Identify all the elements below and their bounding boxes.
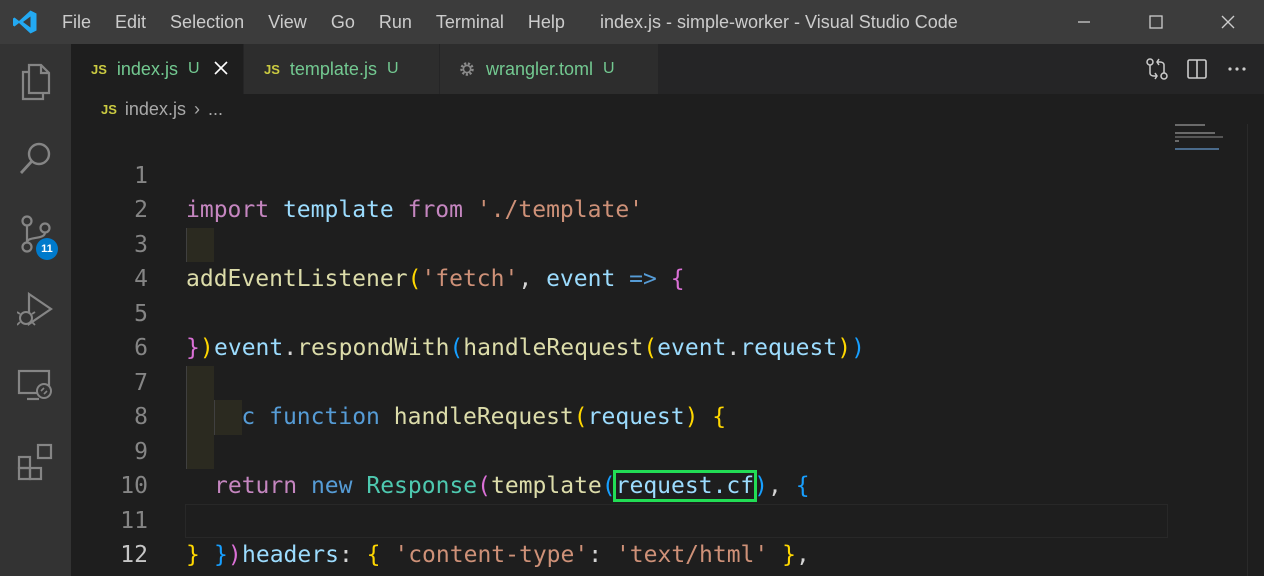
gear-icon	[458, 60, 476, 78]
search-button[interactable]	[0, 120, 71, 196]
breadcrumb-file[interactable]: index.js	[125, 99, 186, 120]
js-file-icon: JS	[91, 61, 107, 77]
minimap-line	[1175, 124, 1205, 126]
vscode-logo-icon	[0, 0, 50, 44]
untracked-badge: U	[603, 60, 615, 77]
menu-file[interactable]: File	[50, 0, 103, 44]
tab-template-js[interactable]: JS template.js U	[244, 44, 439, 94]
tab-wrangler-toml[interactable]: wrangler.toml U	[440, 44, 658, 94]
tab-label: template.js	[289, 58, 377, 79]
maximize-icon	[1149, 15, 1163, 29]
js-file-icon: JS	[264, 61, 280, 77]
code-line: 2	[71, 159, 1264, 223]
minimize-icon	[1078, 21, 1090, 23]
code-line: 10 })	[71, 434, 1264, 568]
indent-guide	[186, 400, 214, 435]
maximize-button[interactable]	[1120, 0, 1192, 44]
minimap-line	[1175, 136, 1223, 138]
activity-bar: 11	[0, 44, 71, 576]
current-code-line: 12	[71, 503, 1264, 568]
minimap-line	[1175, 148, 1219, 150]
js-file-icon: JS	[101, 101, 117, 117]
menu-edit[interactable]: Edit	[103, 0, 158, 44]
menu-run[interactable]: Run	[367, 0, 424, 44]
untracked-badge: U	[386, 60, 399, 77]
indent-guide	[186, 227, 214, 262]
files-icon	[21, 63, 50, 101]
title-bar: File Edit Selection View Go Run Terminal…	[0, 0, 1264, 44]
run-debug-button[interactable]	[0, 272, 71, 348]
code-line: 4 event.respondWith(handleRequest(event.…	[71, 227, 1264, 361]
minimap[interactable]	[1175, 124, 1255, 154]
open-changes-button[interactable]	[1142, 54, 1172, 84]
line-number: 12	[120, 542, 148, 568]
menu-terminal[interactable]: Terminal	[424, 0, 516, 44]
indent-guide	[186, 365, 214, 400]
window-title: index.js - simple-worker - Visual Studio…	[600, 12, 958, 32]
code-line: 11 }	[71, 469, 1264, 569]
menu-selection[interactable]: Selection	[158, 0, 256, 44]
run-debug-icon	[16, 291, 53, 327]
minimap-line	[1175, 132, 1215, 134]
current-line-highlight	[185, 503, 1168, 538]
split-editor-icon	[1187, 59, 1207, 79]
minimize-button[interactable]	[1048, 0, 1120, 44]
extensions-button[interactable]	[0, 424, 71, 500]
code-line: 9 headers: { 'content-type': 'text/html'…	[71, 400, 1264, 568]
line-content: headers: { 'content-type': 'text/html' }…	[242, 542, 810, 568]
close-tab-icon[interactable]	[213, 59, 228, 80]
close-window-button[interactable]	[1192, 0, 1264, 44]
code-line: 1 import template from './template'	[71, 124, 1264, 224]
source-control-button[interactable]: 11	[0, 196, 71, 272]
indent-guide	[214, 400, 242, 435]
explorer-button[interactable]	[0, 44, 71, 120]
line-content: }	[186, 542, 200, 568]
more-actions-button[interactable]	[1222, 54, 1252, 84]
tab-label: wrangler.toml	[486, 58, 594, 79]
menu-help[interactable]: Help	[516, 0, 577, 44]
code-line: 5 })	[71, 262, 1264, 362]
breadcrumb-separator: ›	[193, 98, 200, 119]
close-icon	[1221, 15, 1235, 29]
menu-bar: File Edit Selection View Go Run Terminal…	[50, 0, 577, 44]
remote-explorer-icon	[17, 369, 52, 401]
remote-explorer-button[interactable]	[0, 348, 71, 424]
breadcrumb-symbols[interactable]: ...	[208, 99, 223, 120]
code-line: 6	[71, 297, 1264, 361]
extensions-icon	[17, 443, 52, 481]
more-icon	[1228, 67, 1246, 71]
code-editor[interactable]: 1 import template from './template' 2 3 …	[71, 124, 1264, 576]
compare-changes-icon	[1146, 58, 1168, 80]
tab-index-js[interactable]: JS index.js U	[71, 44, 243, 94]
breadcrumb: JS index.js › ...	[71, 94, 1264, 124]
tab-label: index.js	[116, 58, 178, 79]
code-line: 8 return new Response(template(request.c…	[71, 365, 1264, 502]
menu-view[interactable]: View	[256, 0, 319, 44]
untracked-badge: U	[187, 60, 200, 77]
indent-guide	[186, 434, 214, 469]
window-controls	[1048, 0, 1264, 44]
scrollbar-track[interactable]	[1247, 124, 1248, 576]
editor-tab-bar: JS index.js U JS template.js U wrangler.…	[71, 44, 1264, 94]
search-icon	[19, 142, 50, 174]
menu-go[interactable]: Go	[319, 0, 367, 44]
scm-count-badge: 11	[36, 238, 58, 260]
minimap-line	[1175, 140, 1179, 142]
code-line: 3 addEventListener('fetch', event => {	[71, 193, 1264, 293]
editor-actions	[1142, 44, 1252, 94]
line-content: })	[214, 542, 242, 568]
code-line: 7 async function handleRequest(request) …	[71, 331, 1264, 431]
split-editor-button[interactable]	[1182, 54, 1212, 84]
